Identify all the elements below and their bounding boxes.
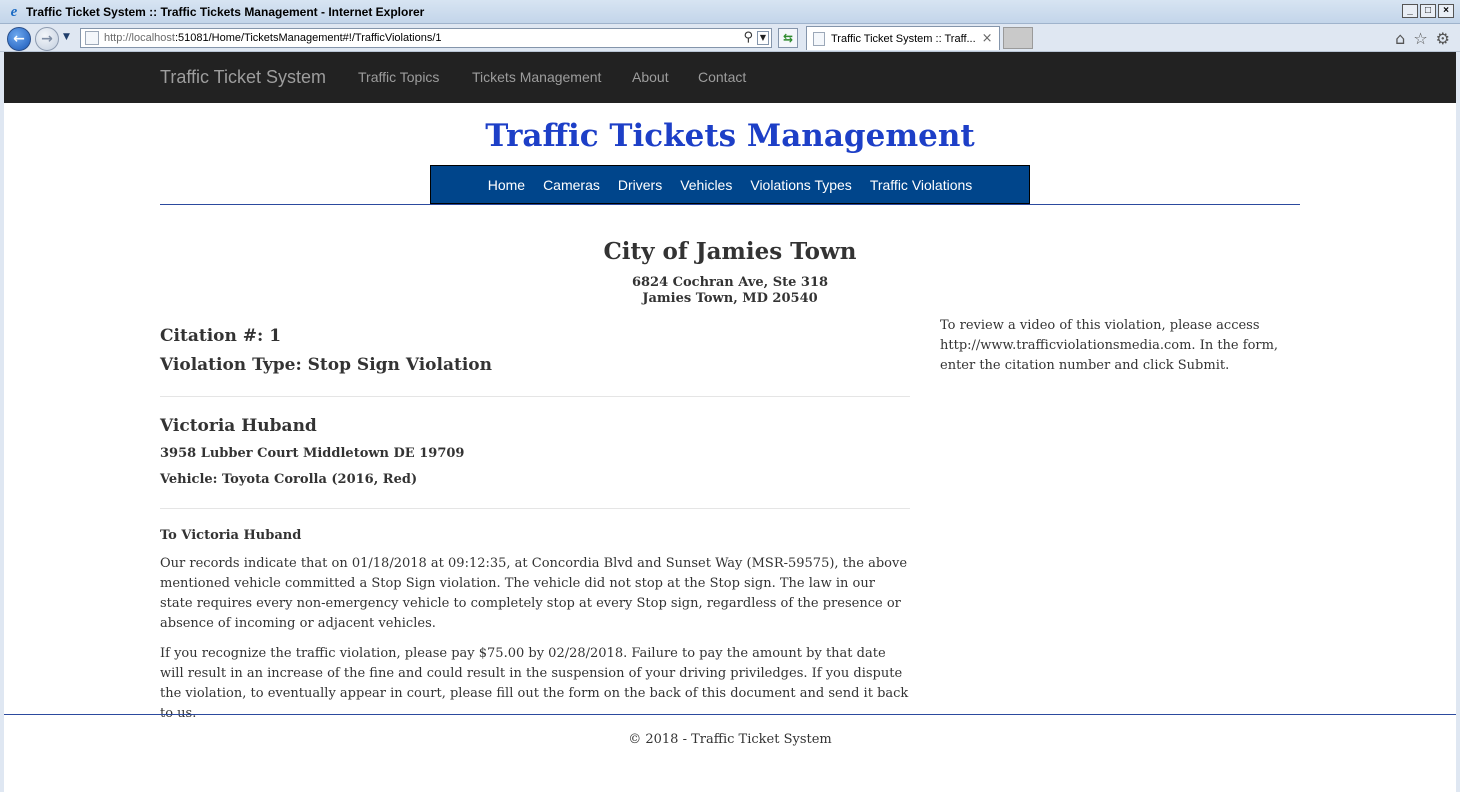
subnav-link-violations-types[interactable]: Violations Types [750, 177, 851, 193]
url-path: :51081/Home/TicketsManagement#!/TrafficV… [174, 32, 442, 44]
city-address-line2: Jamies Town, MD 20540 [642, 291, 818, 306]
nav-link-contact[interactable]: Contact [698, 69, 746, 85]
video-review-note: To review a video of this violation, ple… [940, 318, 1279, 373]
forward-arrow-icon[interactable]: → [35, 27, 59, 51]
tab-close-icon[interactable]: × [982, 31, 993, 46]
nav-link-about[interactable]: About [632, 69, 669, 85]
page-title: Traffic Tickets Management [485, 118, 975, 154]
site-navbar: Traffic Ticket System Traffic Topics Tic… [4, 52, 1456, 103]
tab-page-icon [813, 31, 825, 46]
subnav-link-traffic-violations[interactable]: Traffic Violations [870, 177, 972, 193]
url-text: http://localhost:51081/Home/TicketsManag… [104, 32, 442, 44]
minimize-button[interactable]: _ [1402, 4, 1418, 18]
url-dropdown-icon[interactable]: ▼ [757, 31, 769, 45]
window-title: Traffic Ticket System :: Traffic Tickets… [26, 4, 425, 19]
close-window-button[interactable]: × [1438, 4, 1454, 18]
maximize-button[interactable]: □ [1420, 4, 1436, 18]
section-subnav: Home Cameras Drivers Vehicles Violations… [430, 165, 1030, 204]
home-icon[interactable]: ⌂ [1395, 29, 1405, 48]
site-brand-link[interactable]: Traffic Ticket System [160, 67, 326, 88]
gear-icon[interactable]: ⚙ [1436, 29, 1450, 48]
subnav-link-drivers[interactable]: Drivers [618, 177, 662, 193]
section-divider [160, 508, 910, 509]
citation-number: Citation #: 1 [160, 326, 282, 346]
browser-tab[interactable]: Traffic Ticket System :: Traff... × [806, 26, 1000, 50]
window-frame-left [0, 52, 4, 792]
letter-paragraph-2: If you recognize the traffic violation, … [160, 646, 909, 721]
subnav-link-home[interactable]: Home [488, 177, 525, 193]
browser-address-bar: ← → ▼ http://localhost:51081/Home/Ticket… [0, 24, 1460, 52]
new-tab-button[interactable] [1003, 27, 1033, 49]
browser-toolbar-icons: ⌂ ☆ ⚙ [1395, 29, 1450, 48]
url-host: http://localhost [104, 32, 175, 44]
driver-name: Victoria Huband [160, 416, 317, 436]
window-controls: _ □ × [1402, 4, 1454, 18]
page-icon [85, 31, 99, 45]
history-dropdown-icon[interactable]: ▼ [63, 32, 70, 42]
footer-divider [4, 714, 1456, 715]
subnav-link-vehicles[interactable]: Vehicles [680, 177, 732, 193]
vehicle-info: Vehicle: Toyota Corolla (2016, Red) [160, 472, 418, 487]
refresh-icon[interactable]: ⇆ [778, 28, 798, 48]
window-frame-right [1456, 52, 1460, 792]
nav-link-tickets-management[interactable]: Tickets Management [472, 69, 601, 85]
star-icon[interactable]: ☆ [1413, 29, 1427, 48]
city-name: City of Jamies Town [603, 238, 857, 265]
city-address: 6824 Cochran Ave, Ste 318 Jamies Town, M… [160, 275, 1300, 307]
driver-address: 3958 Lubber Court Middletown DE 19709 [160, 446, 465, 461]
city-address-line1: 6824 Cochran Ave, Ste 318 [631, 275, 829, 290]
url-input[interactable]: http://localhost:51081/Home/TicketsManag… [80, 28, 772, 48]
subnav-link-cameras[interactable]: Cameras [543, 177, 600, 193]
back-arrow-icon[interactable]: ← [7, 27, 31, 51]
tab-title: Traffic Ticket System :: Traff... [831, 32, 976, 45]
internet-explorer-icon: e [10, 3, 18, 20]
violation-type: Violation Type: Stop Sign Violation [160, 355, 492, 375]
letter-paragraph-1: Our records indicate that on 01/18/2018 … [160, 556, 908, 631]
page-footer: © 2018 - Traffic Ticket System [628, 732, 832, 747]
header-divider [160, 204, 1300, 205]
window-titlebar: e Traffic Ticket System :: Traffic Ticke… [0, 0, 1460, 24]
search-icon[interactable]: ⚲ [743, 30, 753, 45]
letter-recipient: To Victoria Huband [160, 528, 302, 543]
nav-link-traffic-topics[interactable]: Traffic Topics [358, 69, 439, 85]
section-divider [160, 396, 910, 397]
